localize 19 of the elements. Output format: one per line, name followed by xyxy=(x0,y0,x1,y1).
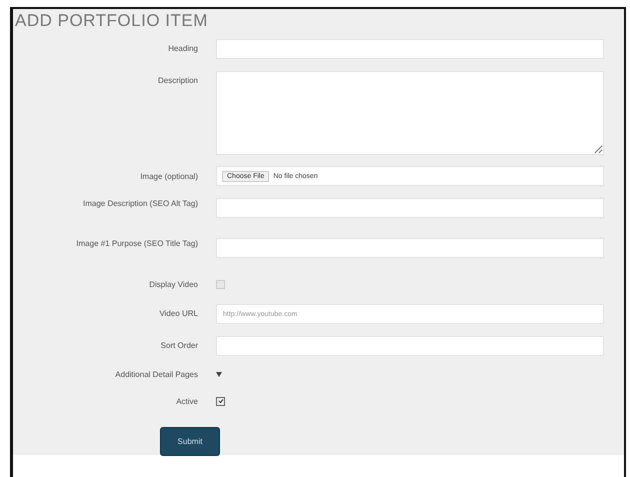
text-field[interactable] xyxy=(216,39,604,59)
field-label: Image (optional) xyxy=(139,171,198,182)
checkbox[interactable] xyxy=(216,396,225,406)
submit-button[interactable]: Submit xyxy=(160,427,220,456)
field-label: Sort Order xyxy=(160,340,198,351)
caret-icon[interactable] xyxy=(216,372,222,376)
text-field[interactable] xyxy=(216,336,604,356)
text-field[interactable] xyxy=(216,198,604,218)
field-label: Active xyxy=(175,396,198,407)
page-title: ADD PORTFOLIO ITEM xyxy=(15,11,209,31)
text-field[interactable] xyxy=(216,238,604,258)
field-label: Heading xyxy=(167,43,198,54)
text-area[interactable] xyxy=(216,71,604,155)
field-label: Description xyxy=(156,75,198,86)
field-label: Additional Detail Pages xyxy=(114,369,198,380)
field-label: Image Description (SEO Alt Tag) xyxy=(82,198,198,209)
field-label: Image #1 Purpose (SEO Title Tag) xyxy=(75,238,198,249)
field-label: Display Video xyxy=(148,279,198,290)
field-label: Video URL xyxy=(158,308,198,319)
